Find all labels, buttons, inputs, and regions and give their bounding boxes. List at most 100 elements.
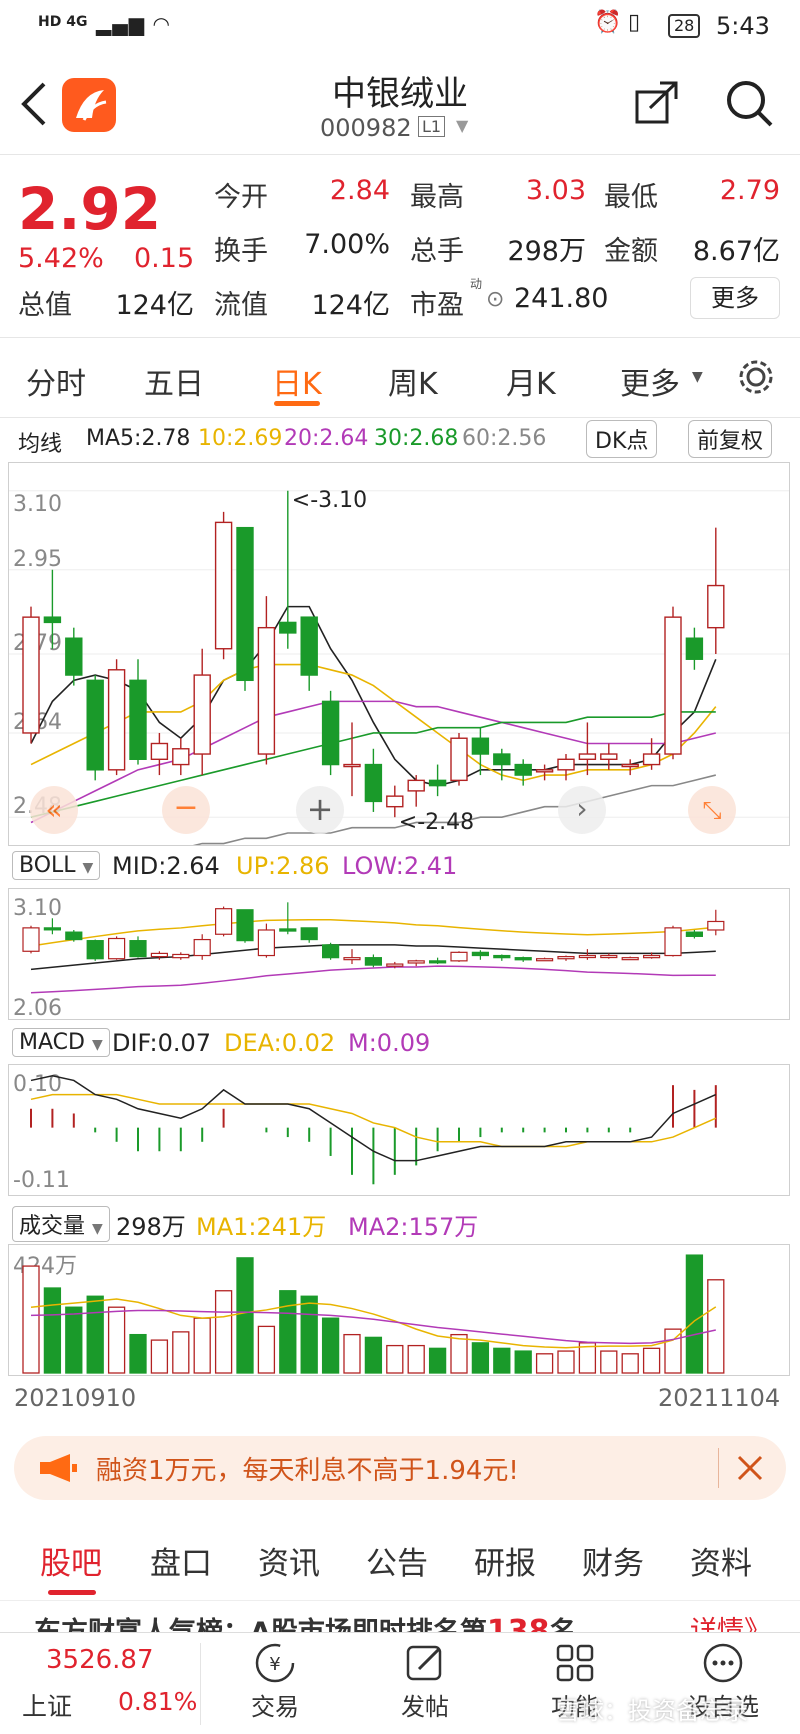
boll-candle-up bbox=[600, 954, 618, 959]
candle-down bbox=[300, 616, 318, 676]
alarm-icon: ⏰ bbox=[594, 10, 622, 35]
watermark: 雪球：投资备忘录 bbox=[556, 1697, 748, 1725]
boll-selector[interactable]: BOLL ▼ bbox=[12, 851, 101, 880]
volume-panel[interactable]: 424万 bbox=[8, 1244, 790, 1376]
volume-chart[interactable]: 424万 bbox=[9, 1245, 789, 1375]
fullscreen-button[interactable]: ⤡ bbox=[688, 786, 736, 834]
popularity-row[interactable]: 东方财富人气榜：A股市场即时排名第138名 详情》 bbox=[34, 1610, 774, 1634]
boll-candle-up bbox=[450, 951, 468, 962]
volume-ma2: MA2:157万 bbox=[348, 1213, 479, 1241]
ma30-value: 30:2.68 bbox=[374, 426, 459, 451]
banner-divider bbox=[718, 1448, 719, 1488]
high-annotation: <-3.10 bbox=[292, 488, 367, 513]
tab-pankou[interactable]: 盘口 bbox=[150, 1538, 212, 1583]
zoom-out-button[interactable]: − bbox=[162, 786, 210, 834]
y-tick-label: 3.10 bbox=[13, 492, 62, 517]
more-button[interactable]: 更多 bbox=[690, 277, 780, 319]
zoom-in-button[interactable]: + bbox=[296, 786, 344, 834]
back-icon[interactable] bbox=[18, 80, 48, 128]
app-logo bbox=[62, 78, 116, 132]
volume-bar bbox=[22, 1265, 40, 1374]
boll-candle-up bbox=[172, 953, 190, 959]
index-value[interactable]: 3526.87 bbox=[46, 1645, 154, 1675]
candle-down bbox=[86, 679, 104, 771]
tab-announcements[interactable]: 公告 bbox=[366, 1538, 428, 1583]
index-change[interactable]: 0.81% bbox=[118, 1687, 197, 1716]
open-value: 2.84 bbox=[329, 175, 390, 206]
boll-panel[interactable]: 3.10 2.06 bbox=[8, 888, 790, 1021]
index-name[interactable]: 上证 bbox=[22, 1687, 72, 1723]
chevron-down-icon: ▼ bbox=[92, 1221, 103, 1237]
tab-finance[interactable]: 财务 bbox=[582, 1538, 644, 1583]
candle-up bbox=[707, 584, 725, 629]
volume-bar bbox=[535, 1353, 554, 1374]
volume-bar bbox=[557, 1350, 575, 1374]
nav-post[interactable]: 发帖 bbox=[370, 1641, 480, 1722]
tab-weekly-k[interactable]: 周K bbox=[388, 359, 438, 403]
boll-candle-up bbox=[215, 908, 233, 935]
tab-research[interactable]: 研报 bbox=[474, 1538, 536, 1583]
boll-up: UP:2.86 bbox=[236, 852, 330, 880]
scroll-left-button[interactable]: « bbox=[30, 786, 78, 834]
tab-more[interactable]: 更多 bbox=[620, 359, 680, 403]
volume-bar bbox=[707, 1279, 725, 1374]
change-percent: 5.42% bbox=[18, 243, 104, 274]
nav-trade[interactable]: ¥ 交易 bbox=[220, 1641, 330, 1722]
nav-trade-label: 交易 bbox=[251, 1693, 299, 1721]
tab-monthly-k[interactable]: 月K bbox=[506, 359, 556, 403]
volume-bar bbox=[600, 1350, 618, 1374]
macd-panel[interactable]: 0.10 -0.11 bbox=[8, 1064, 790, 1196]
ma60-value: 60:2.56 bbox=[462, 426, 547, 451]
edit-icon bbox=[406, 1645, 442, 1681]
tab-profile[interactable]: 资料 bbox=[690, 1538, 752, 1583]
volume-bar bbox=[129, 1333, 147, 1374]
volume-bar bbox=[257, 1325, 276, 1374]
pe-value: 241.80 bbox=[514, 283, 609, 314]
boll-low: LOW:2.41 bbox=[342, 852, 458, 880]
macd-selector[interactable]: MACD ▼ bbox=[12, 1028, 110, 1057]
chevron-down-icon: ▼ bbox=[82, 860, 94, 876]
tab-five-day[interactable]: 五日 bbox=[144, 359, 204, 403]
candle-up bbox=[407, 779, 425, 792]
settings-icon[interactable] bbox=[736, 357, 776, 397]
scroll-right-button[interactable]: › bbox=[558, 786, 606, 834]
candle-up bbox=[450, 737, 468, 782]
chevron-down-icon[interactable]: ▼ bbox=[456, 116, 468, 135]
y-tick-label: 3.10 bbox=[13, 896, 62, 921]
kline-chart[interactable]: 3.102.952.792.642.48<-3.10<-2.48 bbox=[9, 463, 789, 861]
macd-chart[interactable]: 0.10-0.11 bbox=[9, 1065, 789, 1195]
current-price: 2.92 bbox=[18, 175, 162, 243]
volume-bar bbox=[685, 1254, 704, 1374]
details-link[interactable]: 详情》 bbox=[690, 1610, 771, 1634]
candle-up bbox=[22, 616, 40, 734]
boll-chart[interactable]: 3.10 2.06 bbox=[9, 889, 789, 1021]
candle-up bbox=[600, 753, 618, 760]
svg-text:¥: ¥ bbox=[269, 1654, 280, 1675]
boll-candle-up bbox=[535, 958, 554, 962]
open-label: 今开 bbox=[214, 182, 268, 213]
volume-bar bbox=[65, 1306, 83, 1374]
megaphone-icon bbox=[40, 1454, 77, 1482]
candle-up bbox=[621, 763, 639, 768]
caret-down-icon[interactable]: ▼ bbox=[692, 369, 703, 385]
tab-guba[interactable]: 股吧 bbox=[40, 1538, 102, 1583]
dk-point-button[interactable]: DK点 bbox=[586, 420, 658, 458]
close-icon[interactable] bbox=[736, 1454, 764, 1482]
volume-bar bbox=[43, 1287, 62, 1374]
search-icon[interactable] bbox=[724, 78, 774, 128]
adjust-button[interactable]: 前复权 bbox=[688, 420, 773, 458]
popularity-rank: 138 bbox=[486, 1614, 550, 1634]
candle-down bbox=[471, 737, 490, 755]
tab-timeshare[interactable]: 分时 bbox=[26, 359, 86, 403]
tab-news[interactable]: 资讯 bbox=[258, 1538, 320, 1583]
boll-candle-down bbox=[471, 951, 489, 957]
boll-candle-up bbox=[407, 960, 425, 964]
promo-banner[interactable]: 融资1万元，每天利息不高于1.94元! bbox=[14, 1436, 786, 1500]
share-icon[interactable] bbox=[634, 80, 680, 126]
tab-daily-k[interactable]: 日K bbox=[272, 359, 322, 403]
volume-selector[interactable]: 成交量 ▼ bbox=[12, 1206, 110, 1242]
period-tabs: 分时 五日 日K 周K 月K 更多 ▼ bbox=[0, 337, 800, 418]
level-tag[interactable]: L1 bbox=[418, 116, 446, 137]
volume-bar bbox=[514, 1350, 532, 1374]
kline-panel[interactable]: 3.102.952.792.642.48<-3.10<-2.48 bbox=[8, 462, 790, 861]
